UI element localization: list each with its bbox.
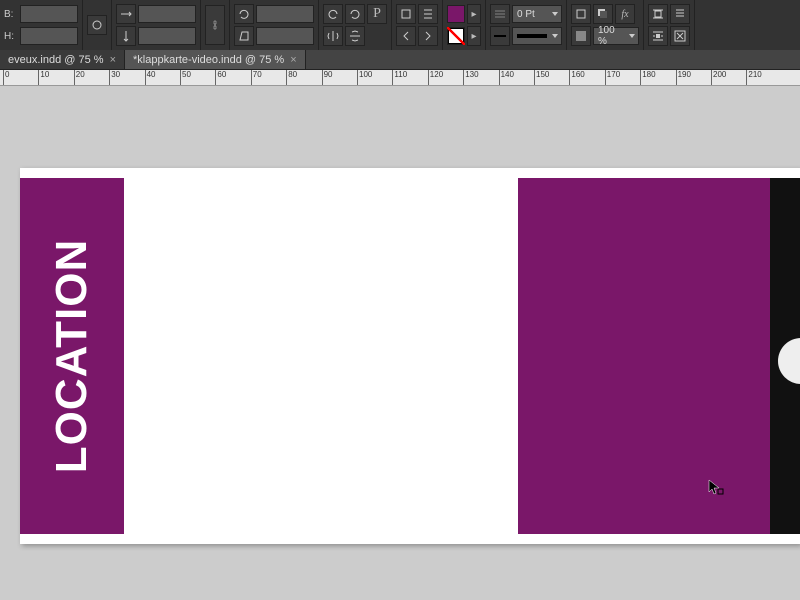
- rotate-field[interactable]: [256, 5, 314, 23]
- ruler-tick: 150: [534, 70, 549, 85]
- text-wrap-bound-icon[interactable]: [648, 26, 668, 46]
- opacity-icon: [571, 26, 591, 46]
- tab-label: eveux.indd @ 75 %: [8, 54, 104, 66]
- rotate-ccw-icon[interactable]: [323, 4, 343, 24]
- right-purple-panel[interactable]: [518, 178, 770, 534]
- ruler-tick: 90: [322, 70, 333, 85]
- ruler-tick: 20: [74, 70, 85, 85]
- ruler-tick: 190: [676, 70, 691, 85]
- stroke-swatch[interactable]: [447, 27, 465, 45]
- fill-dropdown-icon[interactable]: ▸: [467, 4, 481, 24]
- ruler-tick: 0: [3, 70, 9, 85]
- document-page[interactable]: LOCATION: [20, 168, 800, 544]
- fx-icon[interactable]: fx: [615, 4, 635, 24]
- align-icon[interactable]: [670, 4, 690, 24]
- text-wrap-none-icon[interactable]: [648, 4, 668, 24]
- close-icon[interactable]: ×: [290, 54, 296, 66]
- scale-x-icon[interactable]: [116, 4, 136, 24]
- ruler-tick: 160: [569, 70, 584, 85]
- canvas[interactable]: LOCATION: [0, 86, 800, 600]
- ruler-tick: 200: [711, 70, 726, 85]
- select-next-icon[interactable]: [418, 26, 438, 46]
- left-purple-panel[interactable]: LOCATION: [20, 178, 124, 534]
- link-icon[interactable]: [205, 5, 225, 45]
- corner-none-icon[interactable]: [571, 4, 591, 24]
- scale-x-field[interactable]: [138, 5, 196, 23]
- fit-icon[interactable]: [670, 26, 690, 46]
- flip-v-icon[interactable]: [345, 26, 365, 46]
- tab-eveux[interactable]: eveux.indd @ 75 % ×: [0, 50, 125, 69]
- ruler-tick: 170: [605, 70, 620, 85]
- document-tabs: eveux.indd @ 75 % × *klappkarte-video.in…: [0, 50, 800, 70]
- far-right-image-panel[interactable]: [770, 178, 800, 534]
- shear-icon[interactable]: [234, 26, 254, 46]
- ruler-tick: 120: [428, 70, 443, 85]
- shear-field[interactable]: [256, 27, 314, 45]
- ruler-tick: 60: [215, 70, 226, 85]
- select-content-icon[interactable]: [418, 4, 438, 24]
- select-prev-icon[interactable]: [396, 26, 416, 46]
- ruler-tick: 50: [180, 70, 191, 85]
- ruler-tick: 100: [357, 70, 372, 85]
- height-field[interactable]: [20, 27, 78, 45]
- width-field[interactable]: [20, 5, 78, 23]
- ruler-tick: 30: [109, 70, 120, 85]
- location-heading: LOCATION: [47, 239, 97, 474]
- control-panel: B: H:: [0, 0, 800, 50]
- ruler-tick: 10: [38, 70, 49, 85]
- ruler-tick: 110: [392, 70, 407, 85]
- opacity-dropdown[interactable]: 100 %: [593, 27, 639, 45]
- paragraph-icon[interactable]: P: [367, 4, 387, 24]
- constrain-proportions-icon[interactable]: [87, 15, 107, 35]
- rotate-cw-icon[interactable]: [345, 4, 365, 24]
- ruler-tick: 140: [499, 70, 514, 85]
- horizontal-ruler[interactable]: 0 10 20 30 40 50 60 70 80 90 100 110 120 130 140 150 160…: [0, 70, 800, 86]
- stroke-style-icon: [490, 26, 510, 46]
- rotate-icon[interactable]: [234, 4, 254, 24]
- ruler-tick: 180: [640, 70, 655, 85]
- ruler-tick: 210: [746, 70, 761, 85]
- stroke-dropdown-icon[interactable]: ▸: [467, 26, 481, 46]
- tab-label: *klappkarte-video.indd @ 75 %: [133, 54, 284, 66]
- close-icon[interactable]: ×: [110, 54, 116, 66]
- fill-swatch[interactable]: [447, 5, 465, 23]
- ruler-tick: 130: [463, 70, 478, 85]
- ruler-tick: 40: [145, 70, 156, 85]
- scale-y-field[interactable]: [138, 27, 196, 45]
- flip-h-icon[interactable]: [323, 26, 343, 46]
- stroke-style-dropdown[interactable]: [512, 27, 562, 45]
- scale-y-icon[interactable]: [116, 26, 136, 46]
- select-container-icon[interactable]: [396, 4, 416, 24]
- ruler-tick: 80: [286, 70, 297, 85]
- circle-graphic: [778, 338, 800, 384]
- stroke-weight-dropdown[interactable]: 0 Pt: [512, 5, 562, 23]
- tab-klappkarte[interactable]: *klappkarte-video.indd @ 75 % ×: [125, 50, 306, 69]
- width-label: B:: [4, 9, 18, 20]
- drop-shadow-icon[interactable]: [593, 4, 613, 24]
- height-label: H:: [4, 31, 18, 42]
- ruler-tick: 70: [251, 70, 262, 85]
- stroke-weight-icon: [490, 4, 510, 24]
